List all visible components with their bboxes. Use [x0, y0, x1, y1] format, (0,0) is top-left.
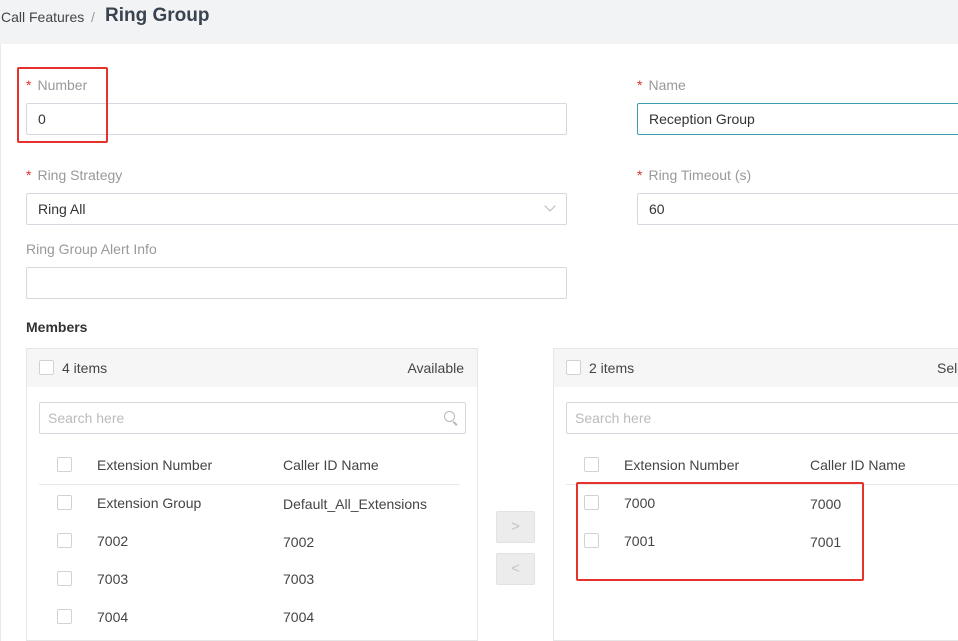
name-field[interactable]: Reception Group: [637, 103, 958, 135]
available-panel-header: 4 items Available: [27, 349, 477, 387]
members-title: Members: [26, 319, 88, 335]
select-all-selected-checkbox[interactable]: [566, 360, 581, 375]
ring-strategy-label: * Ring Strategy: [26, 167, 123, 183]
name-label: * Name: [637, 77, 686, 93]
selected-panel: 2 items Sele Search here Extension Numbe…: [553, 348, 958, 641]
row-checkbox[interactable]: [57, 495, 72, 510]
ring-strategy-select[interactable]: Ring All: [26, 193, 567, 225]
row-checkbox[interactable]: [57, 533, 72, 548]
breadcrumb-call-features[interactable]: Call Features: [1, 9, 84, 25]
required-mark: *: [637, 77, 643, 93]
extension-number: 7000: [624, 495, 656, 511]
number-label: * Number: [26, 77, 88, 93]
extension-number: 7004: [97, 609, 129, 625]
number-field[interactable]: 0: [26, 103, 567, 135]
header-bar: Call Features / Ring Group: [0, 0, 958, 44]
ring-timeout-field[interactable]: 60: [637, 193, 958, 225]
selected-search-input[interactable]: Search here: [566, 402, 958, 434]
available-search-input[interactable]: Search here: [39, 402, 466, 434]
selected-panel-header: 2 items Sele: [554, 349, 958, 387]
page-title: Ring Group: [105, 5, 210, 26]
column-caller-id-name: Caller ID Name: [810, 457, 906, 473]
selected-count: 2 items: [589, 360, 635, 376]
row-checkbox[interactable]: [57, 571, 72, 586]
alert-info-label: Ring Group Alert Info: [26, 241, 157, 257]
caller-id-name: 7002: [283, 534, 315, 550]
required-mark: *: [26, 167, 32, 183]
column-caller-id-name: Caller ID Name: [283, 457, 379, 473]
row-checkbox[interactable]: [584, 533, 599, 548]
alert-info-field[interactable]: [26, 267, 567, 299]
table-header-divider: [566, 484, 958, 485]
left-divider: [0, 44, 1, 641]
column-extension-number: Extension Number: [624, 457, 740, 473]
available-panel: 4 items Available Search here Extension …: [26, 348, 478, 641]
column-extension-number: Extension Number: [97, 457, 213, 473]
selected-header-checkbox[interactable]: [584, 457, 599, 472]
required-mark: *: [637, 167, 643, 183]
required-mark: *: [26, 77, 32, 93]
available-count: 4 items: [62, 360, 108, 376]
ring-timeout-label: * Ring Timeout (s): [637, 167, 752, 183]
table-header-divider: [39, 484, 460, 485]
chevron-down-icon: [544, 200, 556, 212]
row-checkbox[interactable]: [584, 495, 599, 510]
select-all-available-checkbox[interactable]: [39, 360, 54, 375]
caller-id-name: 7000: [810, 496, 842, 512]
move-right-button[interactable]: >: [496, 511, 535, 543]
breadcrumb-separator: /: [91, 9, 95, 25]
caller-id-name: 7001: [810, 534, 842, 550]
caller-id-name: 7004: [283, 609, 315, 625]
available-header-checkbox[interactable]: [57, 457, 72, 472]
extension-number: 7003: [97, 571, 129, 587]
extension-number: 7001: [624, 533, 656, 549]
search-icon: [444, 411, 455, 422]
caller-id-name: 7003: [283, 571, 315, 587]
row-checkbox[interactable]: [57, 609, 72, 624]
caller-id-name: Default_All_Extensions: [283, 496, 427, 512]
available-title: Available: [407, 360, 464, 376]
extension-number: Extension Group: [97, 495, 202, 511]
extension-number: 7002: [97, 533, 129, 549]
move-left-button[interactable]: <: [496, 553, 535, 585]
selected-title: Sele: [937, 360, 958, 376]
